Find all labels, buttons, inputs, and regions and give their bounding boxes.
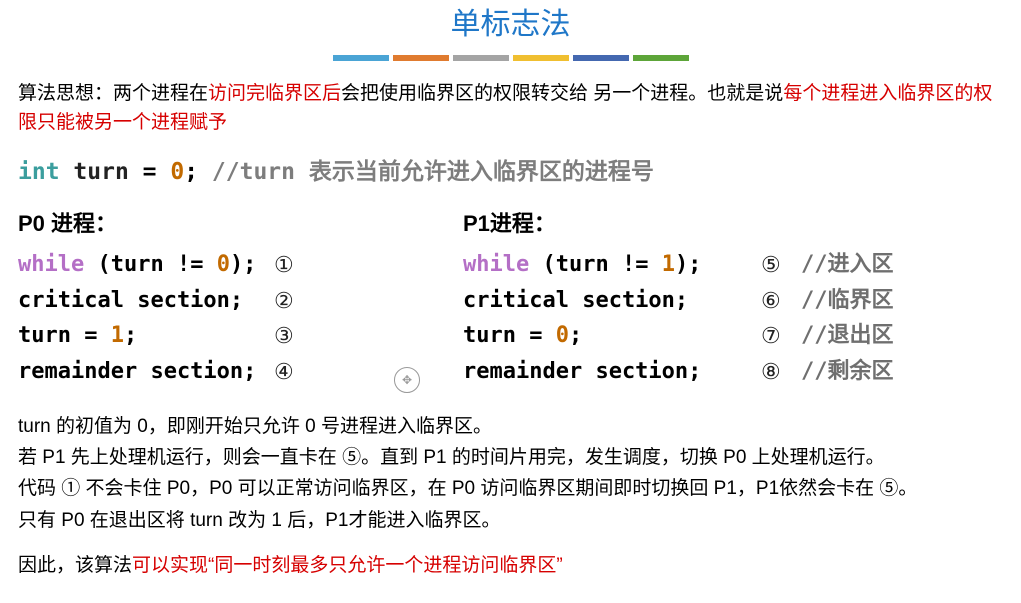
code-text: while (turn != 1); <box>463 247 761 283</box>
code-line: critical section;② <box>18 283 463 319</box>
step-number: ⑥ <box>761 283 801 319</box>
code-text: critical section; <box>18 283 274 319</box>
underline-seg <box>453 55 509 61</box>
p0-lines: while (turn != 0);①critical section;②tur… <box>18 247 463 390</box>
code-line: critical section;⑥//临界区 <box>463 283 1003 319</box>
code-line: while (turn != 0);① <box>18 247 463 283</box>
step-number: ① <box>274 247 314 283</box>
explain-line: 只有 P0 在退出区将 turn 改为 1 后，P1才能进入临界区。 <box>18 506 1003 535</box>
underline-seg <box>513 55 569 61</box>
section-comment: //退出区 <box>801 318 894 354</box>
code-text: while (turn != 0); <box>18 247 274 283</box>
section-comment: //进入区 <box>801 247 894 283</box>
code-line: turn = 1;③ <box>18 318 463 354</box>
section-comment: //剩余区 <box>801 354 894 390</box>
kw-int: int <box>18 159 60 185</box>
idea-text: 会把使用临界区的权限转交给 另一个进程。也就是说 <box>341 83 783 104</box>
explain-line: turn 的初值为 0，即刚开始只允许 0 号进程进入临界区。 <box>18 412 1003 441</box>
p1-title: P1进程： <box>463 207 1003 241</box>
step-number: ⑧ <box>761 354 801 390</box>
underline-seg <box>393 55 449 61</box>
code-text: remainder section; <box>18 354 274 390</box>
process-columns: P0 进程： while (turn != 0);①critical secti… <box>18 207 1003 390</box>
step-number: ② <box>274 283 314 319</box>
var-turn: turn <box>73 159 128 185</box>
title-underline <box>18 55 1003 61</box>
idea-text: 算法思想：两个进程在 <box>18 83 208 104</box>
underline-seg <box>633 55 689 61</box>
declaration-code: int turn = 0; //turn 表示当前允许进入临界区的进程号 <box>18 155 1003 191</box>
explain-line: 代码 ① 不会卡住 P0，P0 可以正常访问临界区，在 P0 访问临界区期间即时… <box>18 474 1003 503</box>
section-comment: //临界区 <box>801 283 894 319</box>
step-number: ⑦ <box>761 318 801 354</box>
page-title: 单标志法 <box>18 2 1003 49</box>
step-number: ④ <box>274 354 314 390</box>
code-text: remainder section; <box>463 354 761 390</box>
p0-title: P0 进程： <box>18 207 463 241</box>
explain-line: 因此，该算法可以实现“同一时刻最多只允许一个进程访问临界区” <box>18 551 1003 580</box>
p1-lines: while (turn != 1);⑤//进入区critical section… <box>463 247 1003 390</box>
cursor-icon <box>394 367 420 393</box>
underline-seg <box>333 55 389 61</box>
explain-line: 若 P1 先上处理机运行，则会一直卡在 ⑤。直到 P1 的时间片用完，发生调度，… <box>18 443 1003 472</box>
code-text: critical section; <box>463 283 761 319</box>
idea-highlight: 访问完临界区后 <box>208 83 341 104</box>
code-line: remainder section;⑧//剩余区 <box>463 354 1003 390</box>
explanation: turn 的初值为 0，即刚开始只允许 0 号进程进入临界区。 若 P1 先上处… <box>18 412 1003 581</box>
num-literal: 0 <box>170 159 184 185</box>
step-number: ③ <box>274 318 314 354</box>
algorithm-idea: 算法思想：两个进程在访问完临界区后会把使用临界区的权限转交给 另一个进程。也就是… <box>18 79 1003 138</box>
p1-column: P1进程： while (turn != 1);⑤//进入区critical s… <box>463 207 1003 390</box>
code-line: while (turn != 1);⑤//进入区 <box>463 247 1003 283</box>
explain-highlight: 可以实现“同一时刻最多只允许一个进程访问临界区” <box>132 555 563 576</box>
step-number: ⑤ <box>761 247 801 283</box>
code-comment: //turn 表示当前允许进入临界区的进程号 <box>198 159 654 185</box>
underline-seg <box>573 55 629 61</box>
code-line: turn = 0;⑦//退出区 <box>463 318 1003 354</box>
code-text: turn = 1; <box>18 318 274 354</box>
p0-column: P0 进程： while (turn != 0);①critical secti… <box>18 207 463 390</box>
code-text: turn = 0; <box>463 318 761 354</box>
